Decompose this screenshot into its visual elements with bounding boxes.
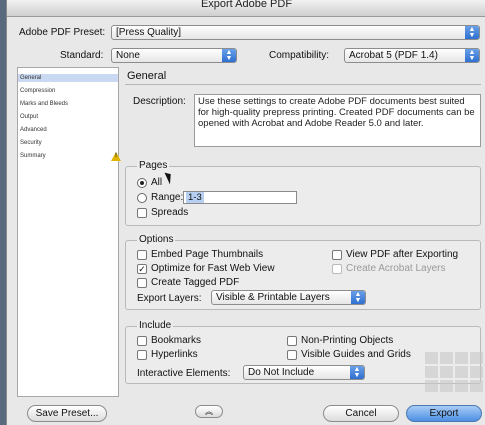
preset-popup[interactable]: [Press Quality] ▲ ▼ (111, 25, 480, 40)
visible-guides-checkbox[interactable] (287, 350, 297, 360)
compatibility-label: Compatibility: (269, 50, 330, 61)
screen-overlay-grid-icon (425, 352, 485, 410)
collapse-button[interactable]: ︽ (195, 405, 223, 418)
pages-all-radio[interactable] (137, 178, 147, 188)
pages-all-label: All (151, 177, 163, 188)
standard-popup[interactable]: None ▲ ▼ (111, 48, 237, 63)
heading-divider (125, 84, 481, 85)
view-after-export-checkbox[interactable] (332, 250, 342, 260)
options-heading: Options (137, 234, 176, 246)
export-layers-value: Visible & Printable Layers (216, 292, 330, 303)
sidebar-item-advanced[interactable]: Advanced (20, 126, 47, 134)
description-text: Use these settings to create Adobe PDF d… (194, 94, 481, 147)
sidebar-item-general[interactable]: General (18, 74, 118, 82)
category-list: General Compression Marks and Bleeds Out… (17, 67, 121, 397)
sidebar-item-marks-and-bleeds[interactable]: Marks and Bleeds (20, 100, 68, 108)
acrobat-layers-checkbox (332, 264, 342, 274)
updown-arrows-icon: ▲ ▼ (465, 49, 479, 62)
sidebar-item-summary[interactable]: Summary (20, 152, 46, 160)
tagged-pdf-checkbox[interactable] (137, 278, 147, 288)
updown-arrows-icon: ▲ ▼ (465, 26, 479, 39)
embed-thumbnails-checkbox[interactable] (137, 250, 147, 260)
description-label: Description: (133, 96, 186, 107)
include-heading: Include (137, 320, 174, 332)
bookmarks-label: Bookmarks (151, 335, 202, 346)
export-layers-popup[interactable]: Visible & Printable Layers ▲ ▼ (211, 290, 366, 305)
interactive-elements-popup[interactable]: Do Not Include ▲ ▼ (243, 365, 365, 380)
warning-icon: ! (111, 152, 121, 161)
compatibility-popup[interactable]: Acrobat 5 (PDF 1.4) ▲ ▼ (344, 48, 480, 63)
compatibility-value: Acrobat 5 (PDF 1.4) (349, 50, 438, 61)
preset-label: Adobe PDF Preset: (19, 27, 106, 38)
non-printing-checkbox[interactable] (287, 336, 297, 346)
bookmarks-checkbox[interactable] (137, 336, 147, 346)
updown-arrows-icon: ▲ ▼ (222, 49, 236, 62)
save-preset-button[interactable]: Save Preset... (27, 405, 107, 422)
interactive-elements-value: Do Not Include (248, 367, 315, 378)
pages-heading: Pages (137, 160, 170, 172)
spreads-checkbox[interactable] (137, 208, 147, 218)
standard-label: Standard: (60, 50, 104, 61)
export-pdf-dialog: Export Adobe PDF Adobe PDF Preset: [Pres… (6, 0, 485, 425)
view-after-export-label: View PDF after Exporting (346, 249, 459, 260)
updown-arrows-icon: ▲ ▼ (350, 366, 364, 379)
window-title: Export Adobe PDF (7, 0, 485, 17)
optimize-web-checkbox[interactable]: ✓ (137, 264, 147, 274)
sidebar-item-security[interactable]: Security (20, 139, 42, 147)
pages-range-radio[interactable] (137, 193, 147, 203)
embed-thumbnails-label: Embed Page Thumbnails (151, 249, 264, 260)
spreads-label: Spreads (151, 207, 189, 218)
sidebar-item-output[interactable]: Output (20, 113, 38, 121)
cancel-button[interactable]: Cancel (323, 405, 399, 422)
updown-arrows-icon: ▲ ▼ (351, 291, 365, 304)
pages-range-label: Range: (151, 192, 184, 203)
tagged-pdf-label: Create Tagged PDF (151, 277, 240, 288)
non-printing-label: Non-Printing Objects (301, 335, 394, 346)
general-heading: General (127, 70, 167, 82)
pages-range-input[interactable]: 1-3 (183, 191, 297, 204)
optimize-web-label: Optimize for Fast Web View (151, 263, 275, 274)
preset-value: [Press Quality] (116, 27, 182, 38)
sidebar-item-compression[interactable]: Compression (20, 87, 55, 95)
hyperlinks-label: Hyperlinks (151, 349, 198, 360)
export-layers-label: Export Layers: (137, 293, 202, 304)
hyperlinks-checkbox[interactable] (137, 350, 147, 360)
acrobat-layers-label: Create Acrobat Layers (346, 263, 446, 274)
double-chevron-up-icon: ︽ (205, 407, 213, 416)
interactive-elements-label: Interactive Elements: (137, 368, 231, 379)
range-value: 1-3 (186, 192, 204, 203)
visible-guides-label: Visible Guides and Grids (301, 349, 411, 360)
standard-value: None (116, 50, 140, 61)
